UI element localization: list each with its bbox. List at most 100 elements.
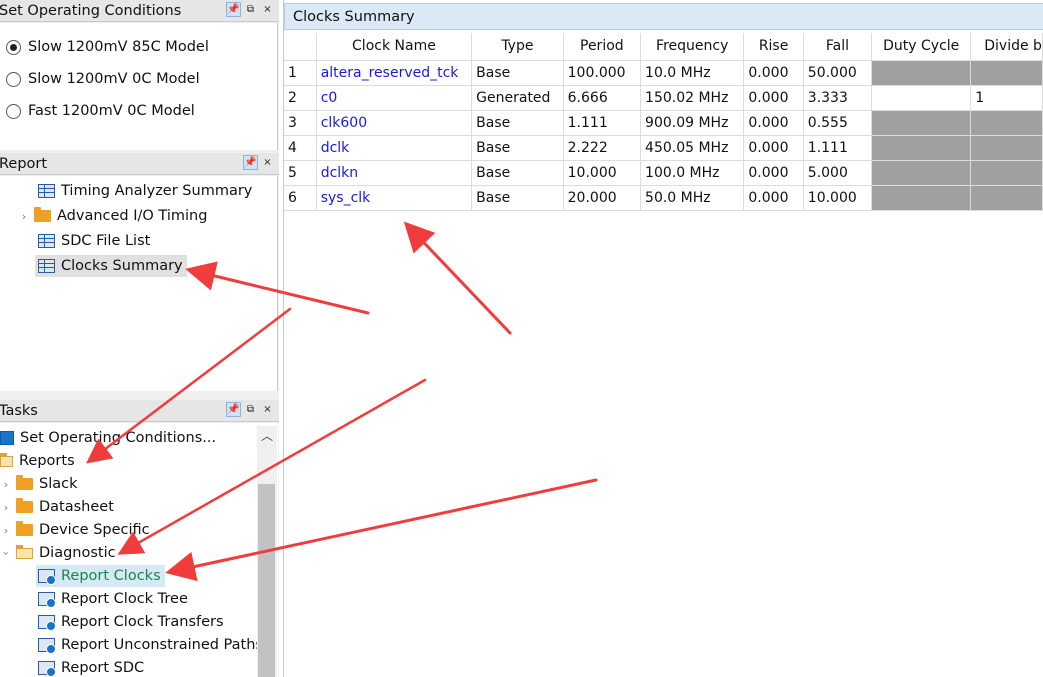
cell-clock-name[interactable]: altera_reserved_tck <box>316 60 473 86</box>
table-icon <box>38 234 55 248</box>
radio-slow-85c[interactable]: Slow 1200mV 85C Model <box>6 36 209 58</box>
column-header-clock-name[interactable]: Clock Name <box>316 33 473 61</box>
left-dock: Set Operating Conditions 📌 ⧉ × Slow 1200… <box>0 0 279 677</box>
cell-fall: 0.555 <box>803 110 873 136</box>
radio-unselected-icon <box>6 103 21 119</box>
cell-duty-cycle <box>871 135 972 161</box>
cell-frequency: 100.0 MHz <box>640 160 745 186</box>
report-item-label: Timing Analyzer Summary <box>61 183 253 199</box>
cell-duty-cycle <box>871 85 972 111</box>
column-header-type[interactable]: Type <box>471 33 564 61</box>
report-panel-header: Report 📌 × <box>0 153 279 175</box>
chevron-right-icon[interactable]: › <box>18 210 30 223</box>
cell-rise: 0.000 <box>743 135 804 161</box>
clocks-summary-title: Clocks Summary <box>284 3 1043 30</box>
column-header-divide-by[interactable]: Divide b <box>970 33 1043 61</box>
task-slack[interactable]: › Slack <box>0 473 78 495</box>
blue-square-icon <box>0 431 14 445</box>
pin-icon[interactable]: 📌 <box>226 402 241 417</box>
task-label: Diagnostic <box>39 545 116 561</box>
cell-period: 100.000 <box>563 60 642 86</box>
cell-period: 6.666 <box>563 85 642 111</box>
chevron-right-icon[interactable]: › <box>0 501 12 514</box>
table-row[interactable]: 3 clk600 Base 1.111 900.09 MHz 0.000 0.5… <box>284 110 1043 136</box>
pin-icon[interactable]: 📌 <box>243 155 258 170</box>
task-label: Datasheet <box>39 499 114 515</box>
column-header-fall[interactable]: Fall <box>803 33 873 61</box>
task-datasheet[interactable]: › Datasheet <box>0 496 114 518</box>
folder-icon <box>34 207 51 222</box>
scrollbar-thumb[interactable] <box>258 484 275 677</box>
task-icon <box>38 638 56 654</box>
task-report-sdc[interactable]: Report SDC <box>38 657 144 677</box>
cell-clock-name[interactable]: dclkn <box>316 160 473 186</box>
task-icon <box>38 615 56 631</box>
task-reports[interactable]: Reports <box>0 450 75 472</box>
table-row[interactable]: 5 dclkn Base 10.000 100.0 MHz 0.000 5.00… <box>284 160 1043 186</box>
float-icon[interactable]: ⧉ <box>243 402 258 417</box>
cell-rise: 0.000 <box>743 60 804 86</box>
table-icon <box>38 259 55 273</box>
close-icon[interactable]: × <box>260 2 275 17</box>
report-item-label: Clocks Summary <box>61 258 183 274</box>
cell-clock-name[interactable]: c0 <box>316 85 473 111</box>
report-item-timing-analyzer-summary[interactable]: Timing Analyzer Summary <box>38 180 252 202</box>
cell-type: Base <box>471 135 564 161</box>
cell-clock-name[interactable]: clk600 <box>316 110 473 136</box>
column-header-period[interactable]: Period <box>563 33 642 61</box>
task-icon <box>38 592 56 608</box>
column-header-frequency[interactable]: Frequency <box>640 33 745 61</box>
table-row[interactable]: 6 sys_clk Base 20.000 50.0 MHz 0.000 10.… <box>284 185 1043 211</box>
task-set-operating-conditions[interactable]: Set Operating Conditions... <box>0 427 216 449</box>
cell-type: Base <box>471 60 564 86</box>
task-label: Report Clocks <box>61 568 161 584</box>
radio-selected-icon <box>6 39 21 55</box>
cell-period: 20.000 <box>563 185 642 211</box>
radio-slow-0c[interactable]: Slow 1200mV 0C Model <box>6 68 200 90</box>
column-header-duty-cycle[interactable]: Duty Cycle <box>871 33 972 61</box>
chevron-down-icon[interactable]: › <box>0 547 13 559</box>
task-label: Device Specific <box>39 522 150 538</box>
task-icon <box>38 661 56 677</box>
close-icon[interactable]: × <box>260 402 275 417</box>
report-item-clocks-summary[interactable]: Clocks Summary <box>35 255 187 277</box>
close-icon[interactable]: × <box>260 155 275 170</box>
table-icon <box>38 184 55 198</box>
float-icon[interactable]: ⧉ <box>243 2 258 17</box>
table-row[interactable]: 4 dclk Base 2.222 450.05 MHz 0.000 1.111 <box>284 135 1043 161</box>
task-label: Slack <box>39 476 78 492</box>
pin-icon[interactable]: 📌 <box>226 2 241 17</box>
table-row[interactable]: 1 altera_reserved_tck Base 100.000 10.0 … <box>284 60 1043 86</box>
radio-fast-0c[interactable]: Fast 1200mV 0C Model <box>6 100 195 122</box>
folder-icon <box>16 498 33 513</box>
cell-clock-name[interactable]: sys_clk <box>316 185 473 211</box>
task-report-clock-transfers[interactable]: Report Clock Transfers <box>38 611 224 633</box>
task-report-unconstrained-paths[interactable]: Report Unconstrained Paths <box>38 634 263 656</box>
cell-period: 1.111 <box>563 110 642 136</box>
folder-icon <box>16 521 33 536</box>
radio-unselected-icon <box>6 71 21 87</box>
chevron-up-icon[interactable]: ︿ <box>259 428 275 444</box>
column-header-rise[interactable]: Rise <box>743 33 804 61</box>
table-row[interactable]: 2 c0 Generated 6.666 150.02 MHz 0.000 3.… <box>284 85 1043 111</box>
task-label: Set Operating Conditions... <box>20 430 217 446</box>
report-item-sdc-file-list[interactable]: SDC File List <box>38 230 150 252</box>
folder-open-icon <box>0 452 13 467</box>
cell-index: 1 <box>284 60 317 86</box>
cell-fall: 10.000 <box>803 185 873 211</box>
chevron-right-icon[interactable]: › <box>0 478 12 491</box>
task-diagnostic[interactable]: › Diagnostic <box>0 542 116 564</box>
task-report-clocks[interactable]: Report Clocks <box>36 565 165 587</box>
tasks-scrollbar[interactable]: ︿ <box>257 426 277 677</box>
chevron-right-icon[interactable]: › <box>0 524 12 537</box>
task-device-specific[interactable]: › Device Specific <box>0 519 150 541</box>
operating-conditions-header: Set Operating Conditions 📌 ⧉ × <box>0 0 279 22</box>
column-header-index[interactable] <box>284 33 317 61</box>
cell-frequency: 450.05 MHz <box>640 135 745 161</box>
cell-clock-name[interactable]: dclk <box>316 135 473 161</box>
cell-frequency: 900.09 MHz <box>640 110 745 136</box>
task-report-clock-tree[interactable]: Report Clock Tree <box>38 588 188 610</box>
cell-frequency: 10.0 MHz <box>640 60 745 86</box>
report-item-advanced-io-timing[interactable]: › Advanced I/O Timing <box>18 205 207 227</box>
cell-rise: 0.000 <box>743 160 804 186</box>
